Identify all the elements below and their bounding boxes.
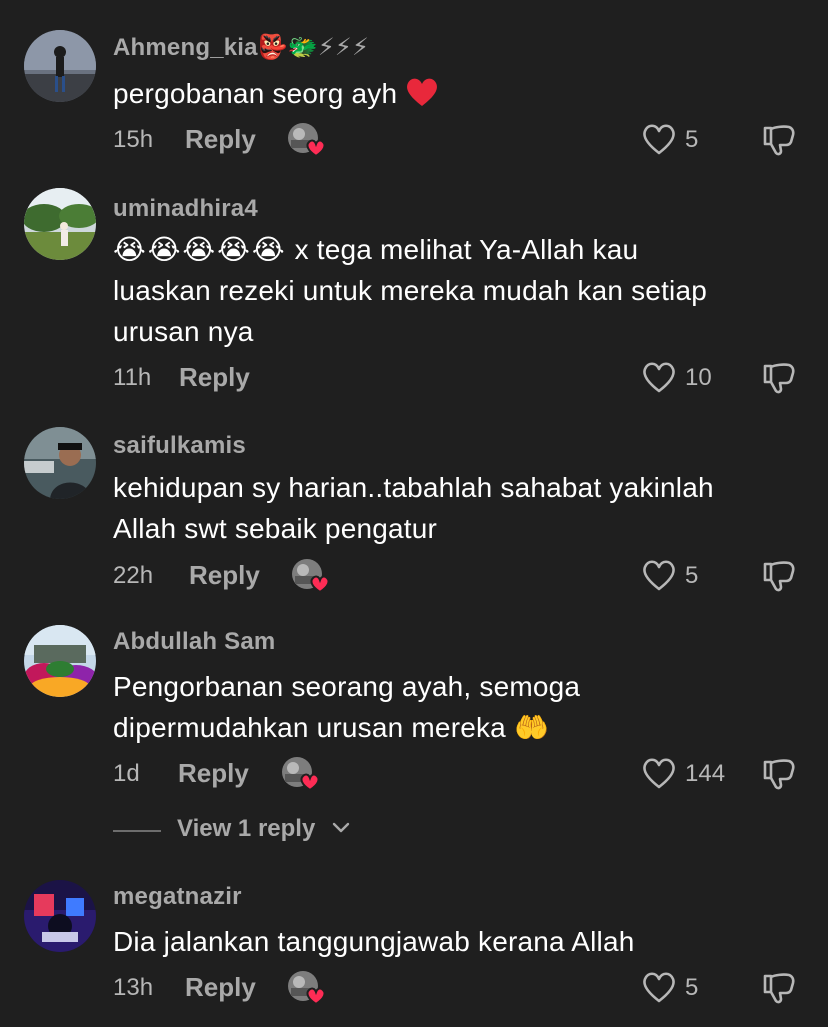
heart-outline-icon	[643, 758, 675, 789]
comment-text-content: pergobanan seorg ayh	[113, 78, 398, 109]
like-count: 144	[685, 760, 726, 787]
comment-text: kehidupan sy harian..tabahlah sahabat ya…	[113, 467, 803, 549]
comment-meta: 11h Reply 10	[113, 360, 803, 396]
comment-time: 1d	[113, 760, 140, 787]
liked-by-creator-badge	[289, 556, 331, 596]
dislike-button[interactable]	[761, 970, 797, 1006]
comment-item: uminadhira4 😭😭😭😭😭 x tega melihat Ya-Alla…	[0, 180, 828, 420]
thumbs-down-icon	[763, 973, 795, 1004]
comment-meta: 1d Reply 144	[113, 756, 803, 792]
avatar[interactable]	[24, 880, 96, 952]
username[interactable]: saifulkamis	[113, 432, 246, 460]
comment-item: Ahmeng_kia👺🐲⚡⚡⚡ pergobanan seorg ayh 15h…	[0, 0, 828, 180]
divider	[113, 830, 161, 832]
like-count: 5	[685, 562, 699, 589]
reply-button[interactable]: Reply	[185, 124, 256, 155]
like-count: 5	[685, 126, 699, 153]
username[interactable]: Ahmeng_kia👺🐲⚡⚡⚡	[113, 33, 369, 62]
comment-meta: 13h Reply 5	[113, 970, 803, 1006]
reply-button[interactable]: Reply	[178, 758, 249, 789]
dislike-button[interactable]	[761, 558, 797, 594]
comment-text-line: kehidupan sy harian..tabahlah sahabat ya…	[113, 472, 714, 503]
view-replies-label: View 1 reply	[177, 815, 316, 842]
comment-text: 😭😭😭😭😭 x tega melihat Ya-Allah kau luaska…	[113, 229, 803, 352]
username-emoji: 👺🐲⚡⚡⚡	[257, 34, 370, 61]
thumbs-down-icon	[763, 759, 795, 790]
heart-outline-icon	[643, 362, 675, 393]
thumbs-down-icon	[763, 363, 795, 394]
dislike-button[interactable]	[761, 122, 797, 158]
comment-text-line: x tega melihat Ya-Allah kau	[294, 234, 639, 265]
comment-meta: 22h Reply 5	[113, 558, 803, 594]
view-replies-button[interactable]: View 1 reply	[113, 812, 473, 852]
comment-text: Pengorbanan seorang ayah, semoga dipermu…	[113, 666, 803, 748]
comment-text-line: dipermudahkan urusan mereka	[113, 712, 506, 743]
like-count: 10	[685, 364, 712, 391]
comment-text-line: Allah swt sebaik pengatur	[113, 513, 438, 544]
avatar[interactable]	[24, 427, 96, 499]
username[interactable]: uminadhira4	[113, 195, 258, 223]
dislike-button[interactable]	[761, 756, 797, 792]
red-heart-emoji	[405, 76, 439, 119]
like-count: 5	[685, 974, 699, 1001]
chevron-down-icon	[332, 822, 350, 833]
comment-item: saifulkamis kehidupan sy harian..tabahla…	[0, 420, 828, 620]
username-text: Ahmeng_kia	[113, 34, 258, 61]
comment-text: Dia jalankan tanggungjawab kerana Allah	[113, 926, 635, 957]
username[interactable]: Abdullah Sam	[113, 628, 275, 656]
reply-button[interactable]: Reply	[185, 972, 256, 1003]
liked-by-creator-badge	[285, 968, 327, 1008]
comment-item: megatnazir Dia jalankan tanggungjawab ke…	[0, 870, 828, 1027]
comment-text: pergobanan seorg ayh	[113, 73, 803, 119]
liked-by-creator-badge	[285, 120, 327, 160]
crying-face-emoji: 😭😭😭😭😭	[113, 234, 287, 265]
comment-time: 15h	[113, 126, 154, 153]
avatar[interactable]	[24, 188, 96, 260]
reply-button[interactable]: Reply	[189, 560, 260, 591]
thumbs-down-icon	[763, 561, 795, 592]
avatar[interactable]	[24, 30, 96, 102]
raising-hands-emoji: 🤲	[513, 712, 550, 743]
heart-outline-icon	[643, 124, 675, 155]
comment-text-line: Pengorbanan seorang ayah, semoga	[113, 671, 581, 702]
liked-by-creator-badge	[279, 754, 321, 794]
comment-time: 11h	[113, 364, 152, 391]
comment-text-line: urusan nya	[113, 316, 254, 347]
comment-text-line: luaskan rezeki untuk mereka mudah kan se…	[113, 275, 708, 306]
comment-time: 22h	[113, 562, 154, 589]
heart-outline-icon	[643, 560, 675, 591]
avatar[interactable]	[24, 625, 96, 697]
comment-meta: 15h Reply 5	[113, 122, 803, 158]
username[interactable]: megatnazir	[113, 883, 242, 911]
heart-outline-icon	[643, 972, 675, 1003]
reply-button[interactable]: Reply	[179, 362, 250, 393]
thumbs-down-icon	[763, 125, 795, 156]
dislike-button[interactable]	[761, 360, 797, 396]
comment-time: 13h	[113, 974, 154, 1001]
